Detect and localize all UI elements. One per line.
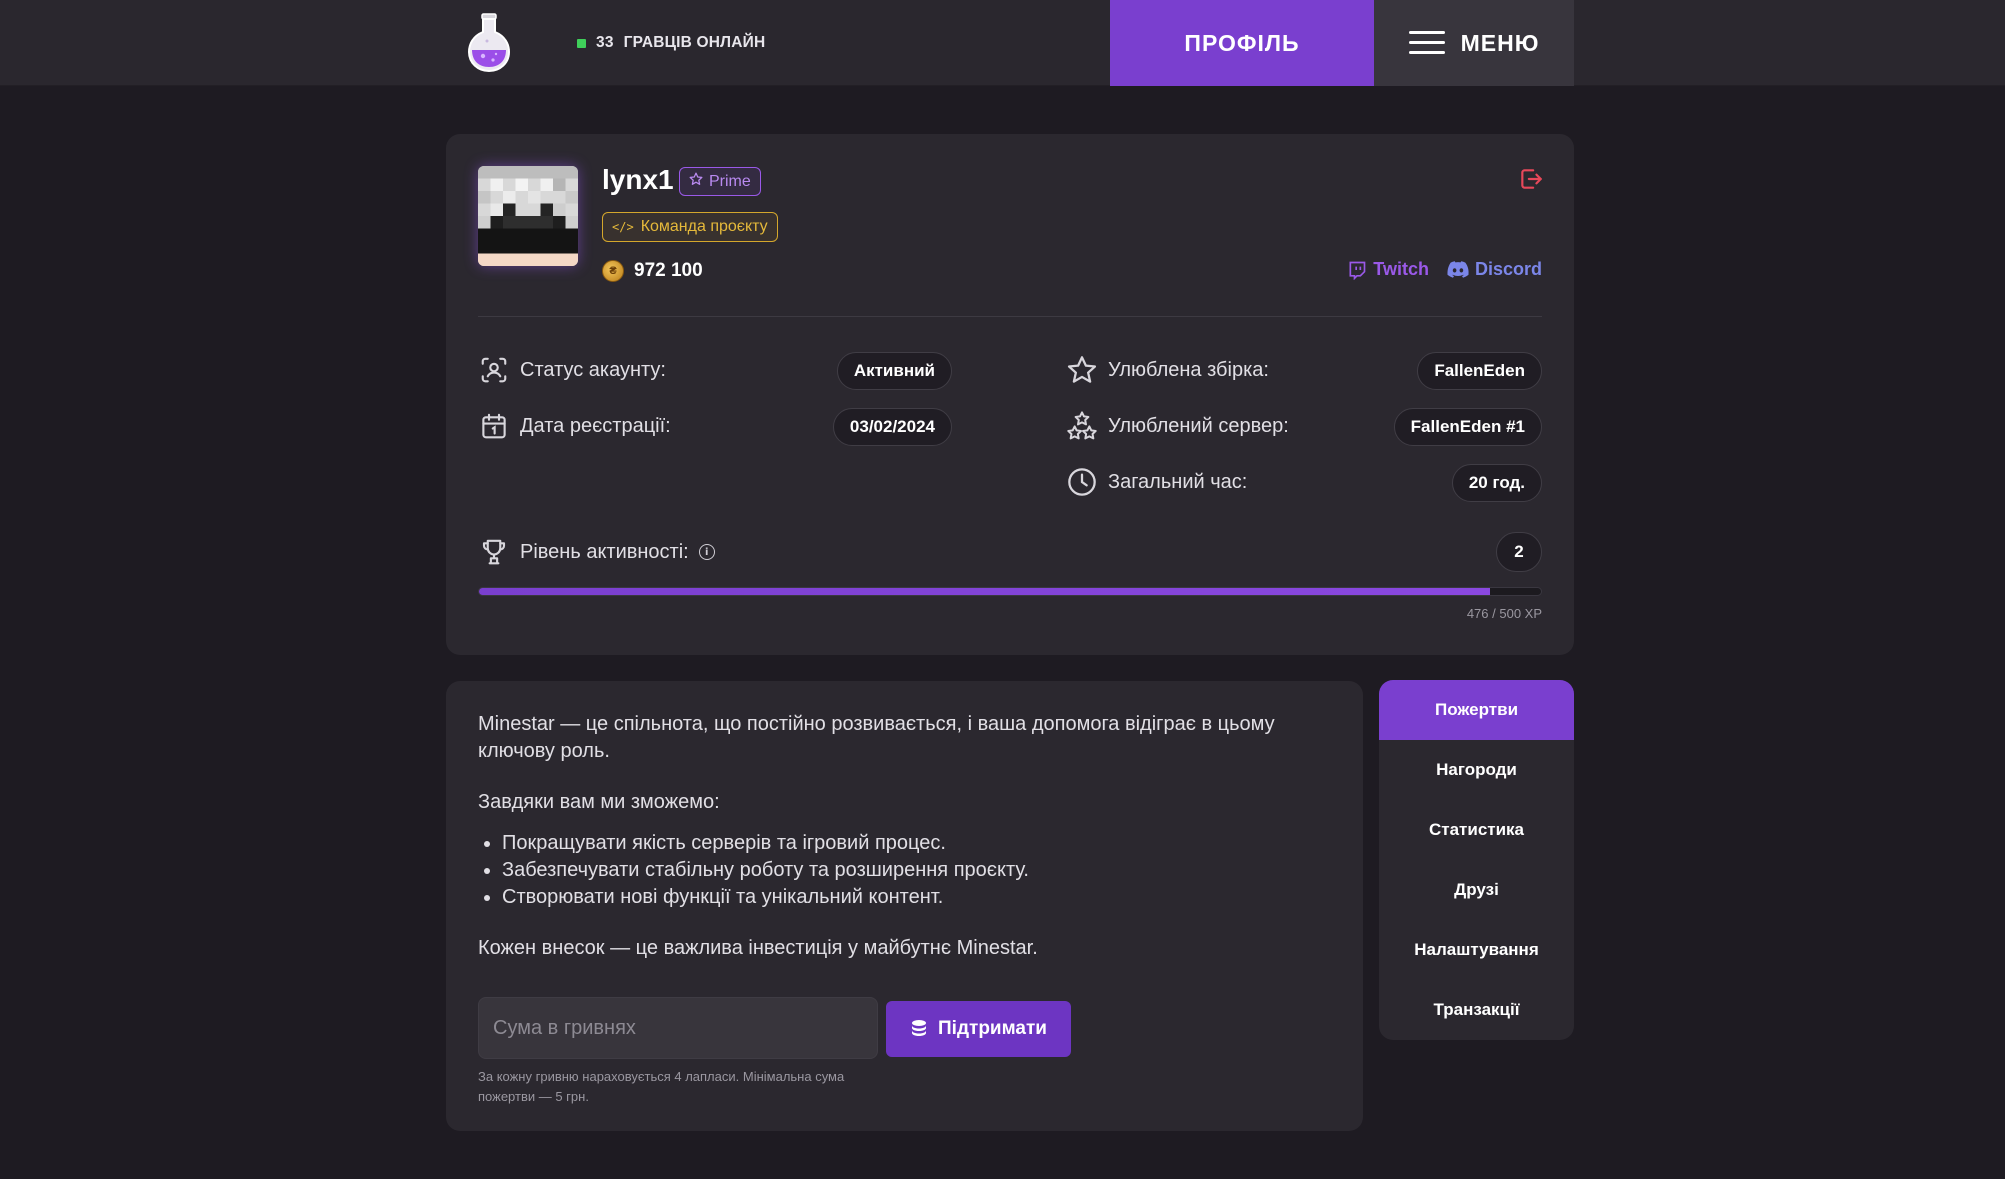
stat-value: FallenEden — [1417, 352, 1542, 390]
xp-progress-bar — [478, 587, 1542, 596]
activity-level-value: 2 — [1496, 532, 1542, 572]
logout-icon[interactable] — [1518, 166, 1544, 192]
list-item: Створювати нові функції та унікальний ко… — [502, 884, 1338, 911]
stat-registration-date: Дата реєстрації: 03/02/2024 — [478, 406, 952, 446]
social-links: Twitch Discord — [1347, 259, 1542, 280]
list-item: Покращувати якість серверів та ігровий п… — [502, 830, 1338, 857]
trophy-icon — [478, 536, 510, 568]
donate-benefits-list: Покращувати якість серверів та ігровий п… — [502, 830, 1338, 911]
profile-button[interactable]: ПРОФІЛЬ — [1110, 0, 1374, 86]
discord-icon — [1447, 260, 1469, 278]
menu-button[interactable]: МЕНЮ — [1374, 0, 1574, 86]
stat-value: Активний — [836, 352, 952, 390]
list-item: Забезпечувати стабільну роботу та розшир… — [502, 857, 1338, 884]
stat-label: Дата реєстрації: — [520, 414, 671, 437]
stat-label: Улюблена збірка: — [1108, 358, 1269, 381]
username: lynx1 — [602, 164, 674, 195]
stat-value: 20 год. — [1451, 464, 1542, 502]
donate-card: Minestar — це спільнота, що постійно роз… — [446, 681, 1363, 1131]
online-status-dot — [577, 38, 586, 48]
calendar-icon — [478, 410, 510, 442]
xp-progress-fill — [479, 588, 1491, 595]
donate-description: Minestar — це спільнота, що постійно роз… — [478, 711, 1338, 986]
tab-rewards[interactable]: Нагороди — [1379, 740, 1574, 800]
support-label: Підтримати — [938, 1018, 1047, 1039]
stat-favorite-server: Улюблений сервер: FallenEden #1 — [1066, 406, 1542, 446]
stat-label: Статус акаунту: — [520, 358, 666, 381]
online-label: ГРАВЦІВ ОНЛАЙН — [623, 34, 766, 51]
stat-value: FallenEden #1 — [1393, 408, 1542, 446]
discord-label: Discord — [1474, 259, 1542, 279]
hamburger-icon — [1408, 31, 1445, 55]
stat-label: Улюблений сервер: — [1108, 414, 1289, 437]
twitch-link[interactable]: Twitch — [1347, 259, 1429, 280]
donate-intro: Minestar — це спільнота, що постійно роз… — [478, 713, 1275, 762]
coins-stack-icon — [912, 1020, 927, 1036]
coin-icon: ₴ — [602, 260, 624, 282]
star-icon — [1066, 354, 1098, 386]
stat-account-status: Статус акаунту: Активний — [478, 350, 952, 390]
clock-icon — [1066, 466, 1098, 498]
coin-balance: ₴ 972 100 — [602, 260, 703, 282]
tab-transactions[interactable]: Транзакції — [1379, 980, 1574, 1040]
coin-amount: 972 100 — [634, 260, 703, 281]
team-label: Команда проєкту — [640, 218, 768, 235]
twitch-label: Twitch — [1373, 259, 1429, 279]
profile-tabs: Пожертви Нагороди Статистика Друзі Налаш… — [1379, 680, 1574, 1040]
info-icon[interactable]: i — [698, 544, 715, 560]
top-bar: 33 ГРАВЦІВ ОНЛАЙН ПРОФІЛЬ МЕНЮ — [0, 0, 2005, 86]
online-count: 33 — [596, 34, 614, 51]
potion-flask-icon[interactable] — [465, 12, 513, 74]
donation-amount-input[interactable] — [478, 997, 878, 1059]
prime-label: Prime — [709, 172, 751, 190]
activity-level: Рівень активності: i 2 — [478, 532, 1542, 572]
donate-lead: Завдяки вам ми зможемо: — [478, 791, 720, 813]
user-scan-icon — [478, 354, 510, 386]
profile-card: lynx1 Prime </> Команда проєкту ₴ 972 10… — [446, 134, 1574, 655]
tab-settings[interactable]: Налаштування — [1379, 920, 1574, 980]
prime-badge: Prime — [679, 167, 761, 196]
tab-friends[interactable]: Друзі — [1379, 860, 1574, 920]
stat-label: Загальний час: — [1108, 470, 1248, 493]
stat-value: 03/02/2024 — [832, 408, 952, 446]
avatar — [478, 166, 578, 266]
donate-outro: Кожен внесок — це важлива інвестиція у м… — [478, 937, 1038, 959]
team-badge: </> Команда проєкту — [602, 212, 778, 242]
tab-donations[interactable]: Пожертви — [1379, 680, 1574, 740]
menu-label: МЕНЮ — [1460, 29, 1540, 56]
xp-text: 476 / 500 XP — [1466, 606, 1542, 621]
online-players: 33 ГРАВЦІВ ОНЛАЙН — [577, 34, 765, 52]
stat-favorite-modpack: Улюблена збірка: FallenEden — [1066, 350, 1542, 390]
stars-icon — [1066, 410, 1098, 442]
donation-note: За кожну гривню нараховується 4 лапласи.… — [478, 1069, 845, 1104]
divider — [478, 316, 1542, 317]
code-icon: </> — [612, 220, 634, 234]
discord-link[interactable]: Discord — [1447, 259, 1542, 280]
support-button[interactable]: Підтримати — [886, 1001, 1071, 1057]
stat-total-time: Загальний час: 20 год. — [1066, 462, 1542, 502]
twitch-icon — [1349, 261, 1366, 280]
activity-label: Рівень активності: — [520, 540, 689, 563]
tab-statistics[interactable]: Статистика — [1379, 800, 1574, 860]
star-outline-icon — [689, 172, 703, 191]
